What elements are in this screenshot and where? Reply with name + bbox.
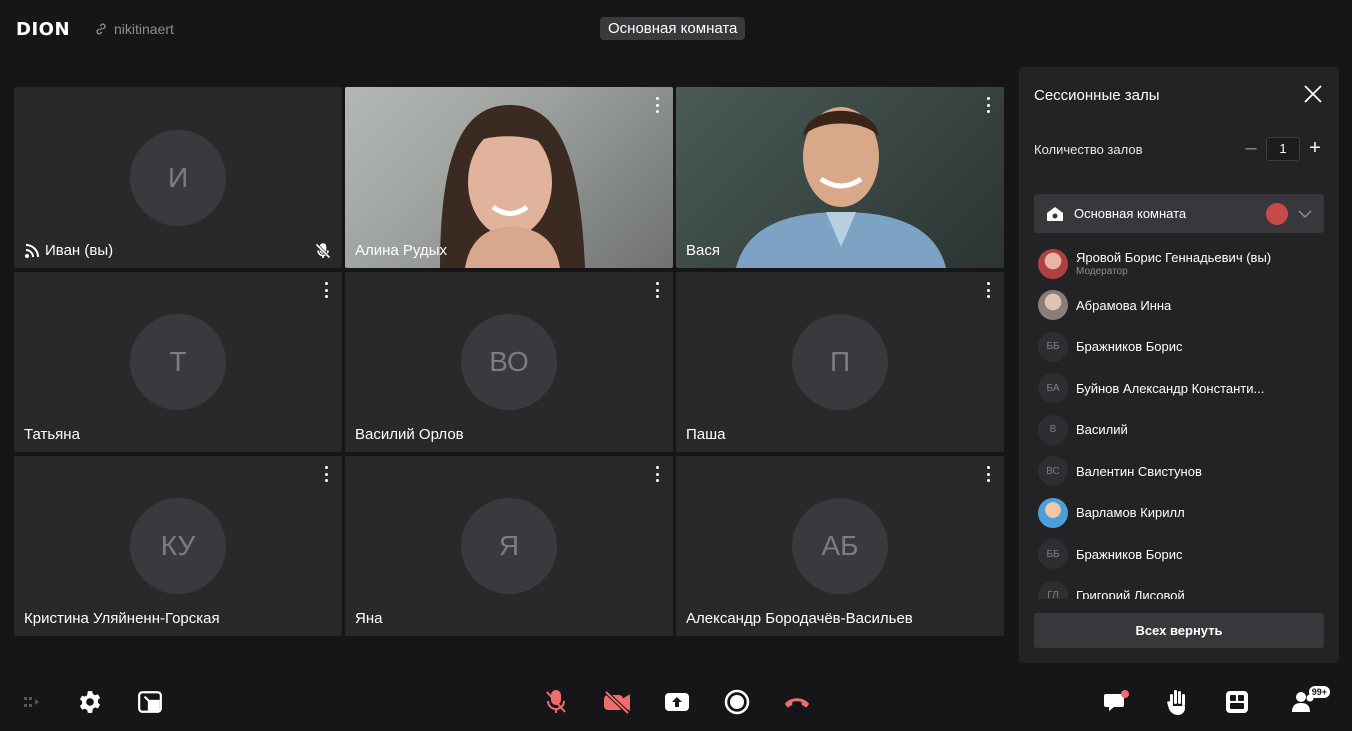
member-name: Буйнов Александр Константи... xyxy=(1076,380,1265,396)
collapse-sidebar-icon[interactable] xyxy=(18,688,46,716)
rooms-count-stepper: – 1 + xyxy=(1242,137,1324,161)
end-call-icon[interactable] xyxy=(783,688,811,716)
home-icon xyxy=(1047,206,1063,221)
current-room-title: Основная комната xyxy=(600,17,746,40)
share-screen-icon[interactable] xyxy=(663,688,691,716)
list-item[interactable]: ВС Валентин Свистунов xyxy=(1034,451,1324,493)
members-list: Яровой Борис Геннадьевич (вы) Модератор … xyxy=(1034,243,1324,599)
tile-menu-button[interactable] xyxy=(986,97,990,113)
layout-grid-icon[interactable] xyxy=(1223,688,1251,716)
decrement-button[interactable]: – xyxy=(1242,138,1260,158)
participant-avatar: И xyxy=(130,129,226,226)
participant-tile[interactable]: П Паша xyxy=(676,272,1004,452)
member-name: Варламов Кирилл xyxy=(1076,505,1185,521)
participants-icon[interactable]: 99+ xyxy=(1286,686,1330,716)
room-link-text: nikitinaert xyxy=(114,21,174,37)
picture-in-picture-icon[interactable] xyxy=(136,688,164,716)
tile-menu-button[interactable] xyxy=(655,97,659,113)
participant-tile[interactable]: КУ Кристина Уляйненн-Горская xyxy=(14,456,342,636)
participant-avatar: П xyxy=(792,314,888,410)
avatar xyxy=(1038,248,1068,279)
list-item[interactable]: Варламов Кирилл xyxy=(1034,492,1324,534)
participant-tile-video[interactable]: Алина Рудых xyxy=(345,87,673,268)
increment-button[interactable]: + xyxy=(1306,138,1324,158)
participant-name: Иван (вы) xyxy=(24,242,113,259)
participant-name: Кристина Уляйненн-Горская xyxy=(24,610,220,627)
participant-tile[interactable]: ВО Василий Орлов xyxy=(345,272,673,452)
mic-off-icon xyxy=(315,243,331,259)
room-dropdown-label: Основная комната xyxy=(1074,206,1187,221)
close-icon[interactable] xyxy=(1303,84,1323,104)
avatar xyxy=(1266,202,1288,225)
avatar: ВС xyxy=(1038,456,1068,487)
list-item[interactable]: В Василий xyxy=(1034,409,1324,451)
avatar: ББ xyxy=(1038,539,1068,570)
participant-tile-self[interactable]: И Иван (вы) xyxy=(14,87,342,268)
participants-count-badge: 99+ xyxy=(1308,686,1330,698)
list-item[interactable]: ББ Бражников Борис xyxy=(1034,326,1324,368)
participant-avatar: ВО xyxy=(461,314,557,410)
member-name: Валентин Свистунов xyxy=(1076,463,1202,479)
list-item[interactable]: ГЛ Григорий Лисовой xyxy=(1034,575,1324,599)
return-all-button[interactable]: Всех вернуть xyxy=(1034,613,1324,648)
participant-tile-video[interactable]: Вася xyxy=(676,87,1004,268)
list-item[interactable]: БА Буйнов Александр Константи... xyxy=(1034,368,1324,410)
tile-menu-button[interactable] xyxy=(655,282,659,298)
list-item[interactable]: Яровой Борис Геннадьевич (вы) Модератор xyxy=(1034,243,1324,285)
participant-name: Яна xyxy=(355,610,383,627)
avatar: ГЛ xyxy=(1038,580,1068,599)
settings-gear-icon[interactable] xyxy=(76,688,104,716)
participant-tile[interactable]: АБ Александр Бородачёв-Васильев xyxy=(676,456,1004,636)
avatar: БА xyxy=(1038,373,1068,404)
dion-logo: DION xyxy=(16,19,71,40)
member-name: Василий xyxy=(1076,422,1128,438)
video-grid: И Иван (вы) Алина Рудых Вася Т Татьяна В… xyxy=(14,87,1004,637)
member-name: Григорий Лисовой xyxy=(1076,588,1185,599)
participant-name: Василий Орлов xyxy=(355,426,464,443)
raise-hand-icon[interactable] xyxy=(1163,688,1191,716)
microphone-off-icon[interactable] xyxy=(542,688,570,716)
rooms-count-label: Количество залов xyxy=(1034,142,1143,157)
rooms-count-input[interactable]: 1 xyxy=(1266,137,1300,161)
tile-menu-button[interactable] xyxy=(324,466,328,482)
participant-name: Алина Рудых xyxy=(355,242,447,259)
tile-menu-button[interactable] xyxy=(655,466,659,482)
avatar xyxy=(1038,497,1068,528)
participant-tile[interactable]: Т Татьяна xyxy=(14,272,342,452)
participant-avatar: Т xyxy=(130,314,226,410)
room-link[interactable]: nikitinaert xyxy=(94,21,174,37)
record-icon[interactable] xyxy=(723,688,751,716)
participant-video xyxy=(440,105,585,268)
participant-avatar: АБ xyxy=(792,498,888,594)
connection-icon xyxy=(25,243,39,258)
member-name: Яровой Борис Геннадьевич (вы) xyxy=(1076,250,1272,266)
tile-menu-button[interactable] xyxy=(324,282,328,298)
panel-title: Сессионные залы xyxy=(1034,87,1160,104)
list-item[interactable]: ББ Бражников Борис xyxy=(1034,534,1324,576)
participant-avatar: Я xyxy=(461,498,557,594)
camera-off-icon[interactable] xyxy=(603,688,631,716)
member-name: Бражников Борис xyxy=(1076,339,1183,355)
tile-menu-button[interactable] xyxy=(986,282,990,298)
participant-avatar: КУ xyxy=(130,498,226,594)
avatar: В xyxy=(1038,414,1068,445)
participant-name: Вася xyxy=(686,242,720,259)
avatar xyxy=(1038,290,1068,321)
list-item[interactable]: Абрамова Инна xyxy=(1034,285,1324,327)
room-dropdown[interactable]: Основная комната xyxy=(1034,194,1324,233)
participant-tile[interactable]: Я Яна xyxy=(345,456,673,636)
member-role: Модератор xyxy=(1076,266,1128,278)
member-name: Бражников Борис xyxy=(1076,546,1183,562)
breakout-rooms-panel: Сессионные залы Количество залов – 1 + О… xyxy=(1019,67,1339,663)
tile-menu-button[interactable] xyxy=(986,466,990,482)
participant-name: Татьяна xyxy=(24,426,80,443)
chat-icon[interactable] xyxy=(1103,688,1131,716)
participant-name: Александр Бородачёв-Васильев xyxy=(686,610,913,627)
participant-video xyxy=(736,107,946,268)
link-icon xyxy=(96,23,106,35)
participant-name: Паша xyxy=(686,426,726,443)
avatar: ББ xyxy=(1038,331,1068,362)
chevron-down-icon xyxy=(1298,209,1312,218)
member-name: Абрамова Инна xyxy=(1076,297,1172,313)
